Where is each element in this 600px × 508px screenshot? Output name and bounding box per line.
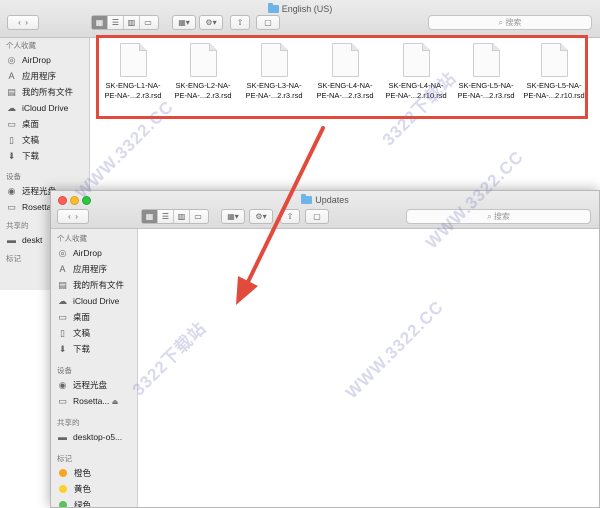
arrow-shaft bbox=[244, 126, 325, 288]
annotation-arrow bbox=[236, 126, 325, 305]
